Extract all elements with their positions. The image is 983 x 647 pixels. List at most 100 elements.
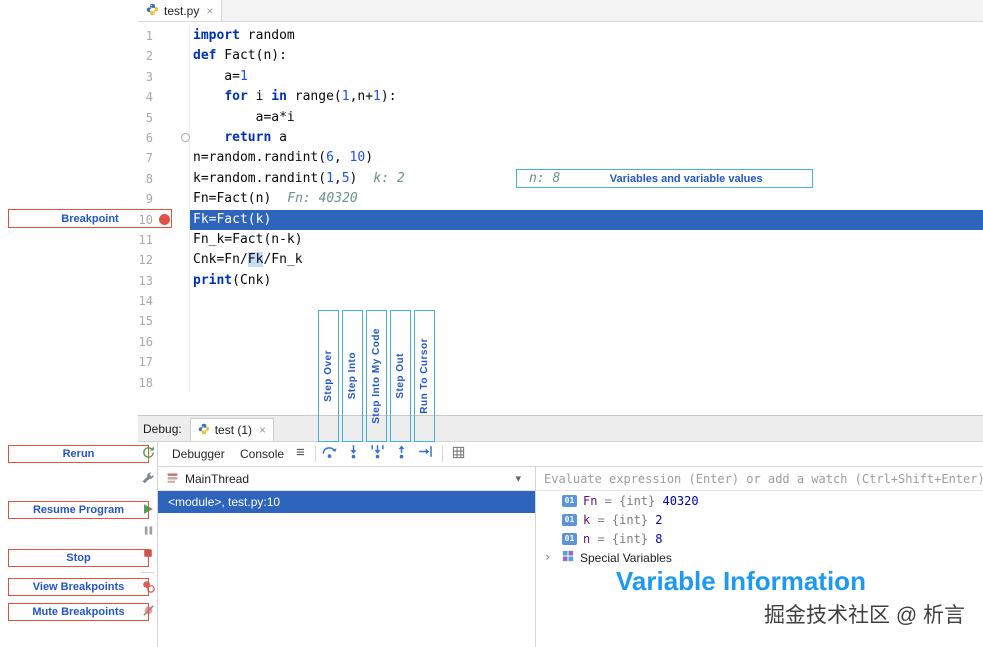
- annotation-stop: Stop: [8, 549, 149, 567]
- editor-tab-title: test.py: [164, 3, 200, 18]
- run-to-cursor-button[interactable]: [415, 444, 436, 464]
- settings-button[interactable]: [139, 471, 157, 489]
- chevron-down-icon[interactable]: ▾: [515, 472, 521, 485]
- debugger-inline-hint: k: 2: [373, 170, 405, 186]
- pause-program-button[interactable]: [139, 524, 157, 542]
- variable-text: n = {int} 8: [583, 531, 663, 546]
- gutter-line-2[interactable]: 2: [138, 46, 190, 67]
- execution-line-code[interactable]: Fk=Fact(k): [190, 209, 983, 230]
- code-text[interactable]: Fn_k=Fact(n-k): [190, 230, 983, 250]
- gutter-line-11[interactable]: 11: [138, 229, 190, 251]
- gutter-line-7[interactable]: 7: [138, 148, 190, 169]
- step-out-button[interactable]: [391, 444, 412, 464]
- code-line-4: 4 for i in range(1,n+1):: [138, 87, 983, 108]
- step-into-button[interactable]: [343, 444, 364, 464]
- tab-debugger[interactable]: Debugger: [172, 442, 225, 466]
- debug-toolbar: Debugger Console ≡: [158, 442, 983, 467]
- line-number: 9: [145, 192, 153, 207]
- code-text[interactable]: [190, 311, 983, 331]
- debug-tab-close-icon[interactable]: ×: [259, 423, 266, 437]
- editor-tab-bar: test.py ×: [138, 0, 983, 22]
- code-text[interactable]: import random: [190, 26, 983, 46]
- gutter-line-16[interactable]: 16: [138, 331, 190, 353]
- code-text[interactable]: n=random.randint(6, 10): [190, 148, 983, 168]
- special-variables-row[interactable]: › Special Variables: [536, 548, 983, 567]
- code-text[interactable]: a=a*i: [190, 108, 983, 128]
- line-number: 17: [138, 355, 153, 370]
- evaluate-expression-button[interactable]: [448, 445, 468, 464]
- code-line-6: 6 return a: [138, 127, 983, 149]
- code-text[interactable]: a=1: [190, 67, 983, 87]
- annotation-step-out: Step Out: [390, 310, 411, 442]
- fold-marker-icon[interactable]: [181, 132, 190, 142]
- line-number: 4: [145, 90, 153, 105]
- line-number: 5: [145, 110, 153, 125]
- settings-wrench-icon: [141, 471, 155, 490]
- code-line-10: 10 Fk=Fact(k): [138, 209, 983, 230]
- annotation-mute-breakpoints: Mute Breakpoints: [8, 603, 149, 621]
- annotation-step-into-my-code: Step Into My Code: [366, 310, 387, 442]
- code-editor[interactable]: 1 import random 2 def Fact(n): 3 a=1 4 for i …: [138, 22, 983, 415]
- gutter-line-17[interactable]: 17: [138, 352, 190, 373]
- tab-console[interactable]: Console: [240, 442, 284, 466]
- step-over-button[interactable]: [319, 444, 340, 464]
- annotation-view-breakpoints: View Breakpoints: [8, 578, 149, 596]
- expand-chevron-icon[interactable]: ›: [544, 550, 551, 564]
- code-text[interactable]: for i in range(1,n+1):: [190, 87, 983, 107]
- stack-frame-selected[interactable]: <module>, test.py:10: [158, 491, 535, 513]
- code-text[interactable]: [190, 332, 983, 352]
- gutter-line-13[interactable]: 13: [138, 270, 190, 292]
- gutter-line-6[interactable]: 6: [138, 127, 190, 149]
- tab-close-icon[interactable]: ×: [206, 4, 213, 18]
- code-text[interactable]: Cnk=Fn/Fk/Fn_k: [190, 250, 983, 270]
- annotation-step-into: Step Into: [342, 310, 363, 442]
- annotation-rerun: Rerun: [8, 445, 149, 463]
- line-number: 6: [145, 130, 153, 145]
- gutter-line-14[interactable]: 14: [138, 291, 190, 312]
- code-text[interactable]: def Fact(n):: [190, 46, 983, 66]
- gutter-line-18[interactable]: 18: [138, 372, 190, 394]
- gutter-line-5[interactable]: 5: [138, 107, 190, 128]
- watch-placeholder: Evaluate expression (Enter) or add a wat…: [544, 471, 983, 486]
- line-number: 13: [138, 273, 153, 288]
- code-text[interactable]: [190, 291, 983, 311]
- step-into-icon: [345, 443, 362, 465]
- annotation-variables-box: n: 8 Variables and variable values: [516, 169, 813, 188]
- editor-tab-testpy[interactable]: test.py ×: [138, 0, 223, 21]
- code-text[interactable]: return a: [190, 128, 983, 148]
- annotation-step-over: Step Over: [318, 310, 339, 442]
- frames-pane: MainThread ▾ <module>, test.py:10: [158, 467, 536, 647]
- gutter-line-1[interactable]: 1: [138, 26, 190, 47]
- gutter-line-9[interactable]: 9: [138, 189, 190, 210]
- primitive-type-icon: 01: [562, 494, 577, 507]
- variable-row-k[interactable]: 01 k = {int} 2: [536, 510, 983, 529]
- debugger-inline-hint: n: 8: [529, 171, 561, 186]
- line-number: 15: [138, 314, 153, 329]
- debug-session-tab[interactable]: test (1) ×: [189, 418, 275, 441]
- step-over-icon: [321, 443, 338, 465]
- watch-input[interactable]: Evaluate expression (Enter) or add a wat…: [536, 467, 983, 491]
- code-line-9: 9 Fn=Fact(n) Fn: 40320: [138, 189, 983, 210]
- code-text[interactable]: Fn=Fact(n) Fn: 40320: [190, 189, 983, 209]
- gutter-line-8[interactable]: 8: [138, 168, 190, 190]
- gutter-line-12[interactable]: 12: [138, 250, 190, 271]
- primitive-type-icon: 01: [562, 513, 577, 526]
- variables-list: 01 Fn = {int} 40320 01 k = {int} 2 01 n = {in…: [536, 491, 983, 567]
- code-text[interactable]: [190, 373, 983, 393]
- code-text[interactable]: [190, 352, 983, 372]
- thread-name: MainThread: [185, 471, 250, 486]
- thread-selector[interactable]: MainThread ▾: [158, 467, 535, 491]
- variable-row-Fn[interactable]: 01 Fn = {int} 40320: [536, 491, 983, 510]
- debugger-inline-hint: Fn: 40320: [287, 191, 358, 207]
- layout-menu-icon[interactable]: ≡: [296, 444, 305, 461]
- line-number: 18: [138, 375, 153, 390]
- gutter-line-4[interactable]: 4: [138, 87, 190, 108]
- gutter-line-15[interactable]: 15: [138, 311, 190, 332]
- code-line-14: 14: [138, 291, 983, 312]
- gutter-line-3[interactable]: 3: [138, 66, 190, 88]
- step-into-my-code-button[interactable]: [367, 444, 388, 464]
- python-run-icon: [198, 423, 210, 438]
- code-text[interactable]: print(Cnk): [190, 271, 983, 291]
- code-line-17: 17: [138, 352, 983, 373]
- variable-row-n[interactable]: 01 n = {int} 8: [536, 529, 983, 548]
